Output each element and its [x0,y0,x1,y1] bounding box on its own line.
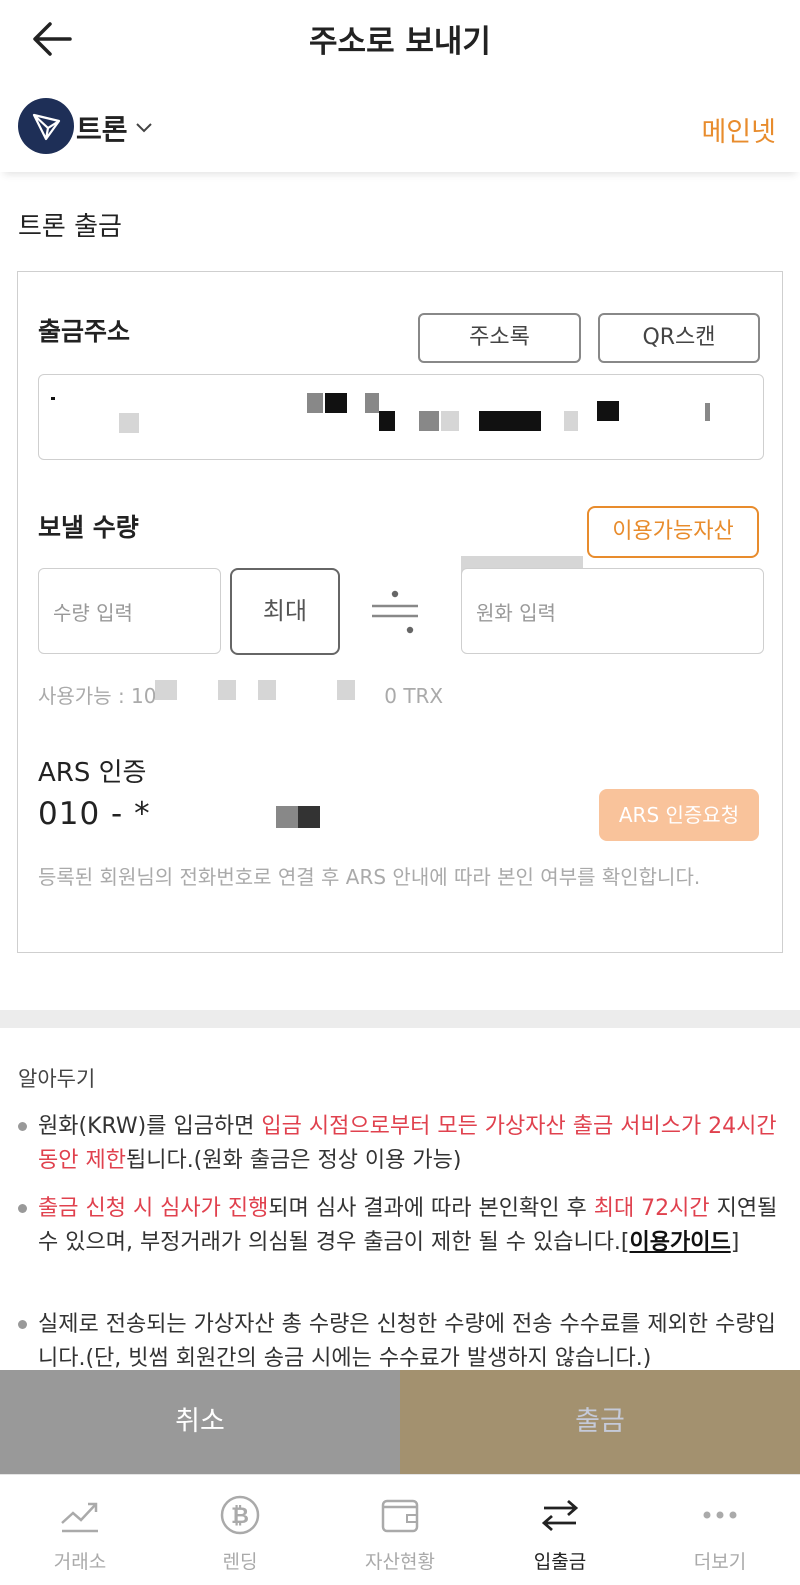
section-title: 트론 출금 [18,212,122,242]
available-balance-suffix: 0 TRX [384,684,444,708]
redacted-block [155,680,177,700]
bottom-tab-bar: 거래소 ₿ 렌딩 자산현황 입출금 더보기 [0,1474,800,1585]
tab-label: 더보기 [693,1551,747,1573]
chart-trend-icon [61,1502,98,1533]
redacted-address-block [379,411,395,431]
ars-request-button[interactable]: ARS 인증요청 [599,789,759,841]
section-divider [0,1010,800,1028]
notice-text: 되며 심사 결과에 따라 본인확인 후 [268,1196,594,1221]
wallet-icon [381,1499,419,1533]
cancel-button[interactable]: 취소 [0,1370,400,1474]
redacted-phone-block [298,806,320,828]
redacted-block [218,680,236,700]
redacted-address-block [479,411,541,431]
redacted-address-block [564,411,578,431]
bullet-icon [18,1204,27,1213]
tab-lending[interactable]: ₿ 렌딩 [160,1475,320,1585]
notice-title: 알아두기 [18,1067,96,1091]
bullet-icon [18,1122,27,1131]
tab-assets[interactable]: 자산현황 [320,1475,480,1585]
chevron-down-icon[interactable] [133,116,155,138]
max-button[interactable]: 최대 [230,568,340,655]
tab-label: 거래소 [53,1551,107,1573]
notice-highlight: 출금 신청 시 심사가 진행 [38,1196,269,1221]
redacted-address-block [307,393,323,413]
transfer-arrows-icon [541,1499,579,1532]
more-dots-icon [703,1511,737,1519]
tron-logo-icon [18,98,74,154]
usage-guide-link[interactable]: 이용가이드 [630,1230,731,1255]
tab-more[interactable]: 더보기 [640,1475,800,1585]
redacted-address-block [325,393,347,413]
amount-input[interactable]: 수량 입력 [38,568,221,654]
address-book-button[interactable]: 주소록 [418,313,581,363]
svg-text:₿: ₿ [231,1504,249,1529]
redacted-address-block [419,411,439,431]
available-balance-prefix: 사용가능 : 10 [38,684,157,708]
redacted-address-block [119,413,139,433]
ars-description: 등록된 회원님의 전화번호로 연결 후 ARS 안내에 따라 본인 여부를 확인… [38,865,701,889]
amount-label: 보낼 수량 [38,513,139,542]
tab-label: 렌딩 [222,1551,258,1573]
available-balance: 사용가능 : 10 0 TRX [38,680,443,709]
redacted-phone-block [276,806,298,828]
redacted-block [337,680,355,700]
approximately-equal-icon [372,590,418,634]
redacted-address-block [441,411,459,431]
action-bar: 취소 출금 [0,1370,800,1474]
notice-text: 됩니다.(원화 출금은 정상 이용 가능) [125,1148,462,1173]
notice-item: 원화(KRW)를 입금하면 입금 시점으로부터 모든 가상자산 출금 서비스가 … [18,1110,782,1178]
notice-item: 실제로 전송되는 가상자산 총 수량은 신청한 수량에 전송 수수료를 제외한 … [18,1308,782,1376]
available-assets-button[interactable]: 이용가능자산 [587,506,759,558]
page-title: 주소로 보내기 [309,24,491,60]
coin-selector-bar: 트론 메인넷 [0,80,800,172]
qr-scan-button[interactable]: QR스캔 [598,313,760,363]
redacted-block [258,680,276,700]
address-label: 출금주소 [38,317,131,346]
notice-item: 출금 신청 시 심사가 진행되며 심사 결과에 따라 본인확인 후 최대 72시… [18,1192,782,1260]
notice-text: 실제로 전송되는 가상자산 총 수량은 신청한 수량에 전송 수수료를 제외한 … [38,1312,776,1371]
redacted-address-block [597,401,619,421]
bitcoin-coin-icon: ₿ [220,1495,260,1535]
tab-label: 자산현황 [365,1551,435,1573]
coin-name[interactable]: 트론 [76,108,128,148]
krw-placeholder: 원화 입력 [476,601,556,625]
network-selector[interactable]: 메인넷 [701,110,776,149]
bullet-icon [18,1320,27,1329]
notice-text: 원화(KRW)를 입금하면 [38,1114,262,1139]
tab-exchange[interactable]: 거래소 [0,1475,160,1585]
top-bar: 주소로 보내기 [0,0,800,80]
krw-input[interactable]: 원화 입력 [461,568,764,654]
redacted-address-block [705,403,710,421]
phone-number: 010 - * [38,796,151,832]
notice-highlight: 최대 72시간 [593,1196,710,1221]
address-input[interactable] [38,374,764,460]
notice-text: ] [730,1230,740,1255]
redacted-address-block [51,397,55,400]
redacted-address-block [365,393,379,413]
tab-deposit-withdraw[interactable]: 입출금 [480,1475,640,1585]
tab-label: 입출금 [533,1551,587,1573]
amount-placeholder: 수량 입력 [53,601,133,625]
ars-label: ARS 인증 [38,758,147,788]
withdraw-button[interactable]: 출금 [400,1370,800,1474]
